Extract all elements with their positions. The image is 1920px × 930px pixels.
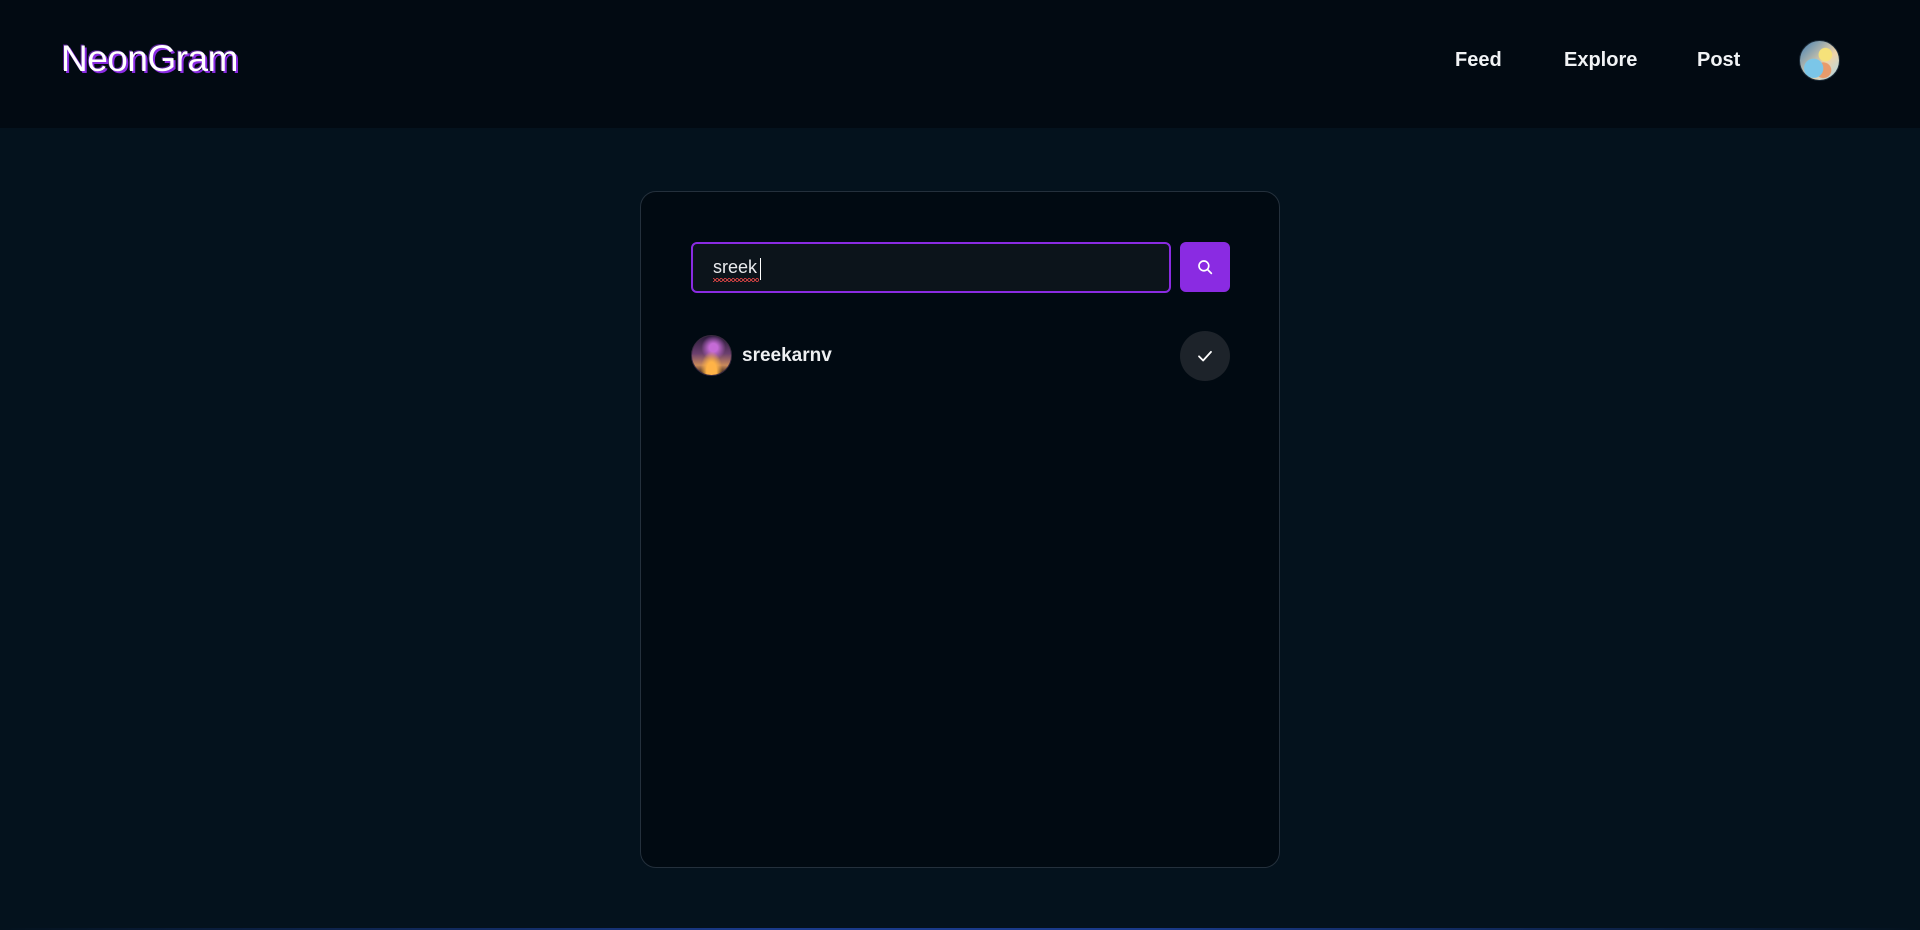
nav-link-feed[interactable]: Feed bbox=[1455, 49, 1502, 72]
nav-link-post[interactable]: Post bbox=[1697, 49, 1740, 72]
profile-avatar-icon[interactable] bbox=[1799, 40, 1840, 81]
nav-link-explore[interactable]: Explore bbox=[1564, 49, 1637, 72]
search-card: sreekarnv bbox=[640, 191, 1280, 868]
search-button[interactable] bbox=[1180, 242, 1230, 292]
result-username[interactable]: sreekarnv bbox=[742, 345, 832, 367]
user-avatar-icon[interactable] bbox=[691, 335, 732, 376]
follow-status-button[interactable] bbox=[1180, 331, 1230, 381]
app-logo[interactable]: NeonGram bbox=[61, 38, 238, 80]
check-icon bbox=[1198, 350, 1212, 362]
search-input[interactable] bbox=[691, 242, 1171, 293]
search-icon bbox=[1198, 260, 1213, 275]
search-result-item[interactable]: sreekarnv bbox=[691, 331, 1230, 381]
top-navbar: NeonGram Feed Explore Post bbox=[0, 0, 1920, 128]
